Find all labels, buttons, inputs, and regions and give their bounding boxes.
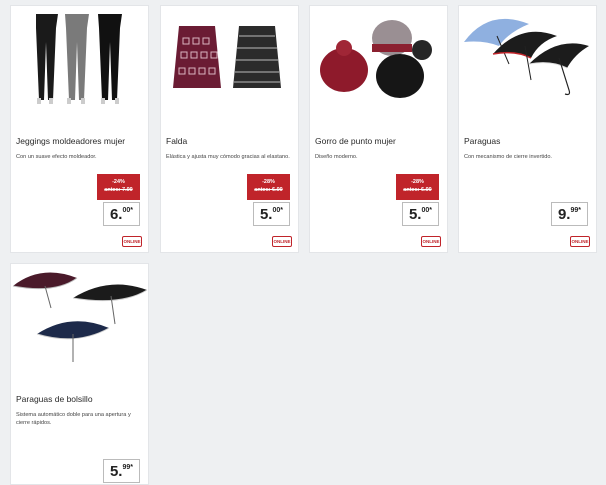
old-price: antes: 7.99 [104, 187, 133, 193]
product-description: Elástica y ajusta muy cómodo gracias al … [166, 154, 290, 160]
product-image-paraguas[interactable] [459, 6, 596, 124]
price-cents: 99* [570, 207, 581, 214]
price-whole: 5. [259, 206, 273, 223]
discount-percent: -24% [112, 179, 125, 185]
product-title[interactable]: Gorro de punto mujer [315, 136, 396, 146]
price-whole: 5. [408, 206, 422, 223]
online-badge: ONLINE [122, 236, 142, 247]
price-cents: 00* [421, 207, 432, 214]
online-badge: ONLINE [421, 236, 441, 247]
product-image-gorro[interactable] [310, 6, 447, 124]
product-card-paraguas[interactable]: Paraguas Con mecanismo de cierre inverti… [458, 5, 597, 253]
product-description: Con mecanismo de cierre invertido. [464, 154, 552, 160]
price-box: 5. 99* [102, 459, 140, 483]
product-title[interactable]: Falda [166, 136, 187, 146]
product-card-falda[interactable]: Falda Elástica y ajusta muy cómodo graci… [160, 5, 299, 253]
online-badge: ONLINE [570, 236, 590, 247]
old-price: antes: 6.99 [403, 187, 432, 193]
price-cents: 00* [272, 207, 283, 214]
price-whole: 5. [109, 463, 123, 480]
price-box: 6. 00* [102, 202, 140, 226]
online-badge: ONLINE [272, 236, 292, 247]
product-title[interactable]: Paraguas de bolsillo [16, 394, 93, 404]
product-card-gorro[interactable]: Gorro de punto mujer Diseño moderno. -28… [309, 5, 448, 253]
product-card-paraguas-bolsillo[interactable]: Paraguas de bolsillo Sistema automático … [10, 263, 149, 485]
price-whole: 9. [557, 206, 571, 223]
discount-percent: -28% [411, 179, 424, 185]
price-box: 5. 00* [401, 202, 439, 226]
price-box: 5. 00* [252, 202, 290, 226]
product-grid: Jeggings moldeadores mujer Con un suave … [0, 0, 606, 485]
product-image-jeggings[interactable] [11, 6, 148, 124]
price-box: 9. 99* [550, 202, 588, 226]
product-card-jeggings[interactable]: Jeggings moldeadores mujer Con un suave … [10, 5, 149, 253]
product-description: Diseño moderno. [315, 154, 358, 160]
product-description: Con un suave efecto moldeador. [16, 154, 97, 160]
product-title[interactable]: Paraguas [464, 136, 500, 146]
discount-badge: -28% antes: 6.99 [396, 174, 439, 200]
product-title[interactable]: Jeggings moldeadores mujer [16, 136, 125, 146]
product-image-falda[interactable] [161, 6, 298, 124]
old-price: antes: 6.99 [254, 187, 283, 193]
price-cents: 99* [122, 464, 133, 471]
price-whole: 6. [109, 206, 123, 223]
discount-badge: -24% antes: 7.99 [97, 174, 140, 200]
discount-percent: -28% [262, 179, 275, 185]
product-description: Sistema automático doble para una apertu… [16, 412, 131, 426]
price-cents: 00* [122, 207, 133, 214]
discount-badge: -28% antes: 6.99 [247, 174, 290, 200]
product-image-paraguas-bolsillo[interactable] [11, 264, 148, 382]
